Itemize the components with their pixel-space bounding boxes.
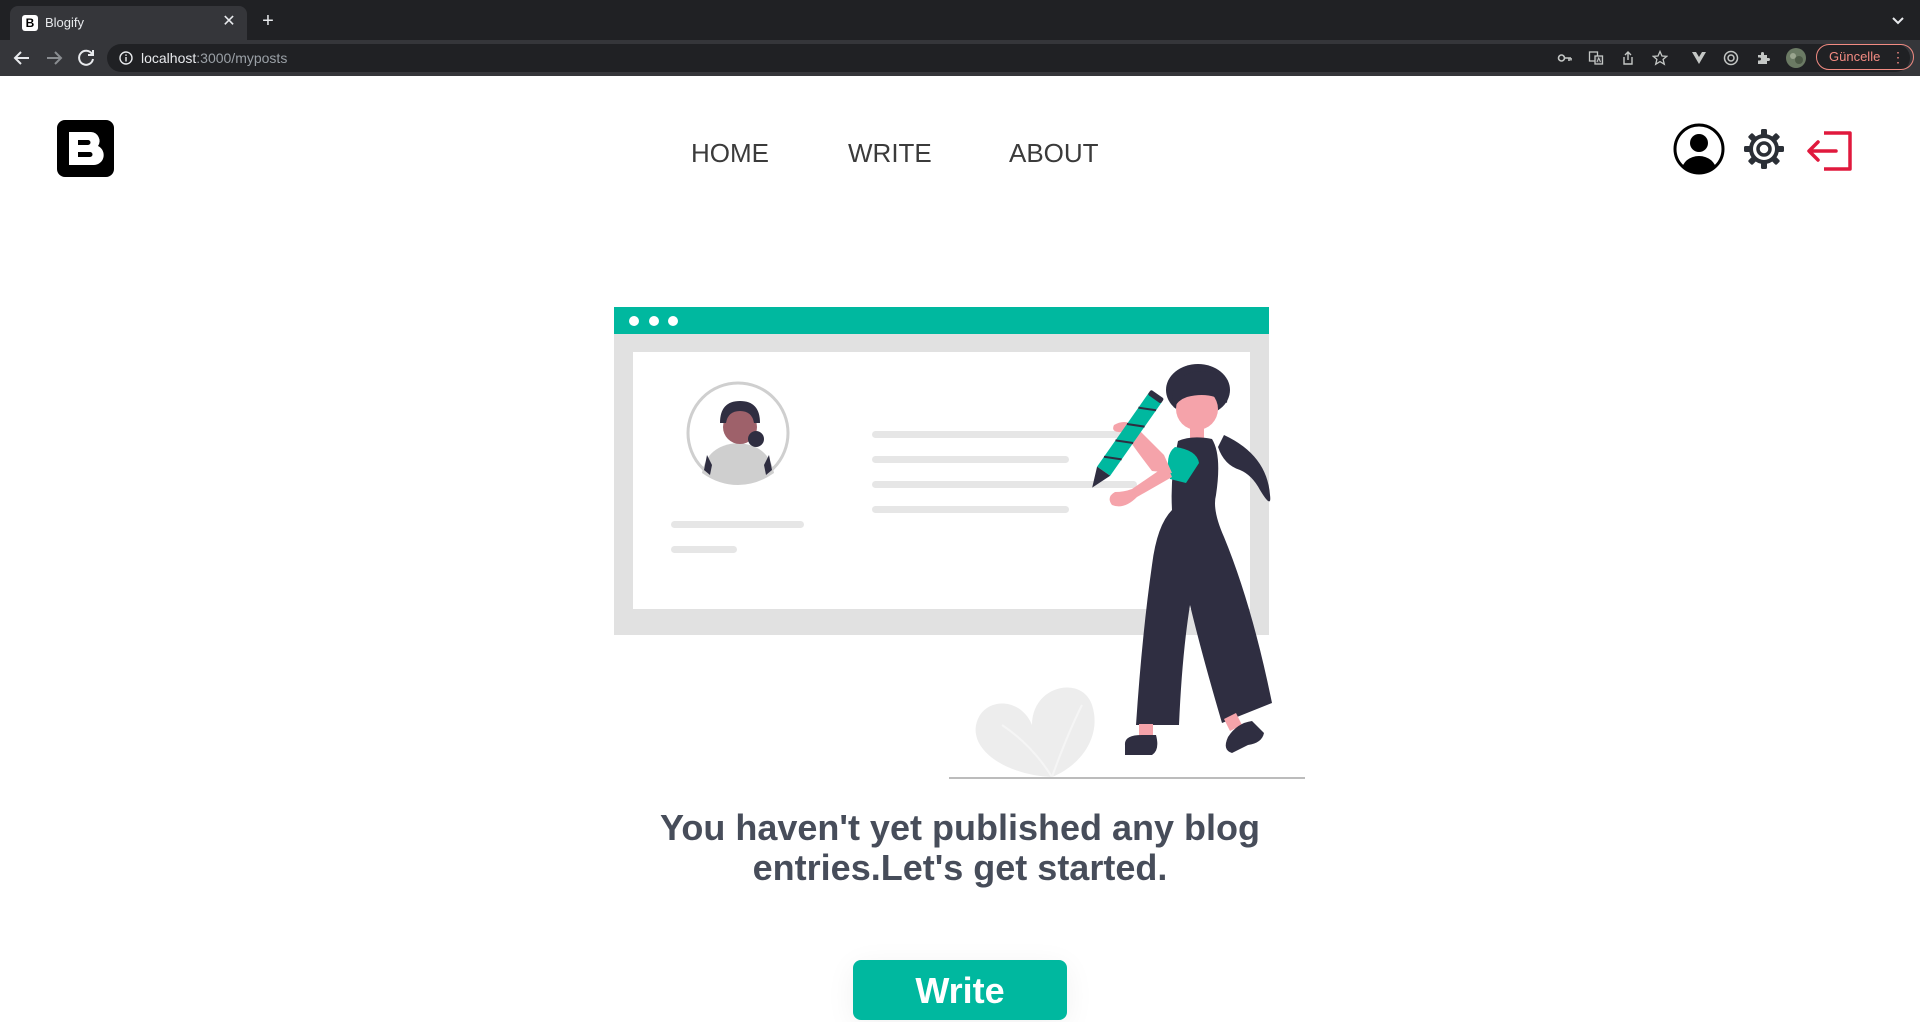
info-icon[interactable] bbox=[119, 51, 133, 65]
empty-state-illustration bbox=[614, 307, 1305, 779]
logout-icon[interactable] bbox=[1806, 129, 1854, 173]
update-browser-button[interactable]: Güncelle ⋮ bbox=[1816, 44, 1914, 70]
browser-tab[interactable]: B Blogify ✕ bbox=[10, 6, 247, 40]
star-icon[interactable] bbox=[1652, 50, 1668, 66]
browser-toolbar: localhost:3000/myposts Güncelle ⋮ bbox=[0, 40, 1920, 76]
tab-title: Blogify bbox=[45, 15, 85, 30]
nav-about-link[interactable]: ABOUT bbox=[1009, 136, 1099, 170]
nav-write-link[interactable]: WRITE bbox=[848, 136, 932, 170]
extensions-puzzle-icon[interactable] bbox=[1755, 50, 1771, 66]
address-bar[interactable]: localhost:3000/myposts bbox=[107, 44, 1910, 72]
blogger-b-icon bbox=[69, 132, 104, 166]
translate-icon[interactable] bbox=[1588, 50, 1604, 66]
more-vertical-icon[interactable]: ⋮ bbox=[1891, 45, 1905, 69]
target-extension-icon[interactable] bbox=[1723, 50, 1739, 66]
user-profile-icon[interactable] bbox=[1673, 123, 1725, 175]
url-path: :3000/myposts bbox=[196, 50, 288, 66]
empty-state-line-2: entries.Let's get started. bbox=[752, 847, 1168, 888]
update-browser-label: Güncelle bbox=[1829, 49, 1881, 64]
share-icon[interactable] bbox=[1620, 50, 1636, 66]
key-icon[interactable] bbox=[1557, 50, 1573, 66]
vue-devtools-icon[interactable] bbox=[1691, 50, 1707, 66]
forward-arrow-icon[interactable] bbox=[42, 46, 66, 70]
profile-avatar-icon[interactable] bbox=[1786, 48, 1806, 68]
empty-state-line-1: You haven't yet published any blog bbox=[660, 807, 1260, 848]
settings-gear-icon[interactable] bbox=[1742, 127, 1786, 171]
browser-tabstrip: B Blogify ✕ + bbox=[0, 0, 1920, 40]
url-text[interactable]: localhost:3000/myposts bbox=[141, 50, 287, 66]
write-button[interactable]: Write bbox=[853, 960, 1067, 1020]
reload-icon[interactable] bbox=[74, 46, 98, 70]
new-tab-icon[interactable]: + bbox=[256, 10, 280, 34]
blogify-logo[interactable] bbox=[57, 120, 114, 177]
back-arrow-icon[interactable] bbox=[10, 46, 34, 70]
tab-favicon: B bbox=[22, 15, 38, 31]
url-host: localhost bbox=[141, 50, 197, 66]
nav-home-link[interactable]: HOME bbox=[691, 136, 769, 170]
close-icon[interactable]: ✕ bbox=[219, 12, 239, 32]
empty-state-message: You haven't yet published any blog entri… bbox=[560, 808, 1360, 888]
chevron-down-icon[interactable] bbox=[1888, 10, 1908, 30]
